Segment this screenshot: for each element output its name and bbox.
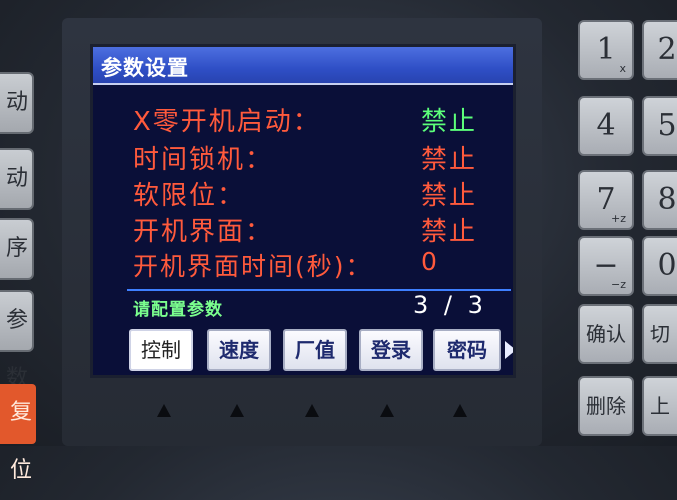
- left-key-1[interactable]: 动: [0, 72, 34, 134]
- key-8[interactable]: 8: [642, 170, 677, 230]
- left-key-2-label: 动: [5, 166, 28, 191]
- key-4[interactable]: 4: [578, 96, 634, 156]
- key-0[interactable]: 0: [642, 236, 677, 296]
- key-5[interactable]: 5: [642, 96, 677, 156]
- key-4-label: 4: [596, 108, 616, 143]
- key-minus[interactable]: − −z: [578, 236, 634, 296]
- softkey-label: 控制: [141, 338, 181, 362]
- key-7-sub: +z: [611, 212, 626, 225]
- param-value: 禁止: [421, 107, 478, 137]
- softkey-factory-values[interactable]: 厂值: [283, 329, 347, 371]
- param-row-boot-screen[interactable]: 开机界面： 禁止: [133, 211, 475, 247]
- f4-indicator-icon: [380, 404, 394, 417]
- left-key-2[interactable]: 动: [0, 148, 34, 210]
- delete-button[interactable]: 删除: [578, 376, 634, 436]
- title-bar: 参数设置: [93, 47, 513, 85]
- softkey-speed[interactable]: 速度: [207, 329, 271, 371]
- param-value: 禁止: [421, 181, 478, 211]
- key-5-label: 5: [657, 108, 677, 143]
- left-key-3-label: 序: [5, 236, 28, 261]
- status-prompt: 请配置参数: [133, 300, 223, 320]
- key-1-label: 1: [596, 32, 616, 67]
- param-value: 禁止: [421, 145, 478, 175]
- left-key-3[interactable]: 序: [0, 218, 34, 280]
- reset-label: 复位: [9, 400, 32, 483]
- f3-indicator-icon: [305, 404, 319, 417]
- f2-indicator-icon: [230, 404, 244, 417]
- key-1-sub: x: [619, 62, 626, 75]
- softkey-bar: 控制 速度 厂值 登录 密码: [123, 329, 513, 373]
- softkey-label: 速度: [219, 338, 259, 362]
- param-row-soft-limit[interactable]: 软限位： 禁止: [133, 175, 475, 211]
- key-8-label: 8: [657, 182, 677, 217]
- softkey-password[interactable]: 密码: [433, 329, 501, 371]
- param-row-time-lock[interactable]: 时间锁机： 禁止: [133, 139, 475, 175]
- delete-label: 删除: [586, 394, 626, 418]
- confirm-button[interactable]: 确认: [578, 304, 634, 364]
- param-label: 软限位：: [133, 181, 246, 211]
- page-title: 参数设置: [101, 56, 189, 80]
- confirm-label: 确认: [586, 322, 626, 346]
- param-label: 开机界面：: [133, 217, 274, 247]
- softkey-label: 厂值: [295, 338, 335, 362]
- softkey-control[interactable]: 控制: [129, 329, 193, 371]
- switch-button[interactable]: 切: [642, 304, 677, 364]
- right-triangle-icon[interactable]: [505, 341, 513, 359]
- param-label: 开机界面时间(秒)：: [133, 252, 373, 281]
- key-2-label: 2: [657, 32, 677, 67]
- f1-indicator-icon: [157, 404, 171, 417]
- lcd-screen: 参数设置 X零开机启动： 禁止 时间锁机： 禁止 软限位： 禁止 开机界面： 禁…: [90, 44, 516, 378]
- key-7[interactable]: 7 +z: [578, 170, 634, 230]
- param-row-boot-screen-time[interactable]: 开机界面时间(秒)： 0: [133, 247, 437, 281]
- softkey-label: 登录: [371, 338, 411, 362]
- softkey-login[interactable]: 登录: [359, 329, 423, 371]
- left-key-1-label: 动: [5, 90, 28, 115]
- param-label: X零开机启动：: [133, 107, 321, 137]
- left-key-4[interactable]: 参数: [0, 290, 34, 391]
- key-0-label: 0: [657, 248, 677, 283]
- up-label: 上: [650, 394, 670, 418]
- reset-button[interactable]: 复位: [0, 384, 36, 483]
- key-minus-sub: −z: [611, 278, 626, 291]
- switch-label: 切: [650, 322, 670, 346]
- softkey-label: 密码: [447, 338, 487, 362]
- param-label: 时间锁机：: [133, 145, 274, 175]
- param-row-x-zero-startup[interactable]: X零开机启动： 禁止: [133, 101, 475, 137]
- up-button[interactable]: 上: [642, 376, 677, 436]
- page-indicator: 3 / 3: [413, 291, 487, 319]
- param-value: 0: [421, 247, 439, 276]
- param-value: 禁止: [421, 217, 478, 247]
- key-2[interactable]: 2: [642, 20, 677, 80]
- f5-indicator-icon: [453, 404, 467, 417]
- left-key-4-label: 参数: [5, 308, 28, 391]
- key-1[interactable]: 1 x: [578, 20, 634, 80]
